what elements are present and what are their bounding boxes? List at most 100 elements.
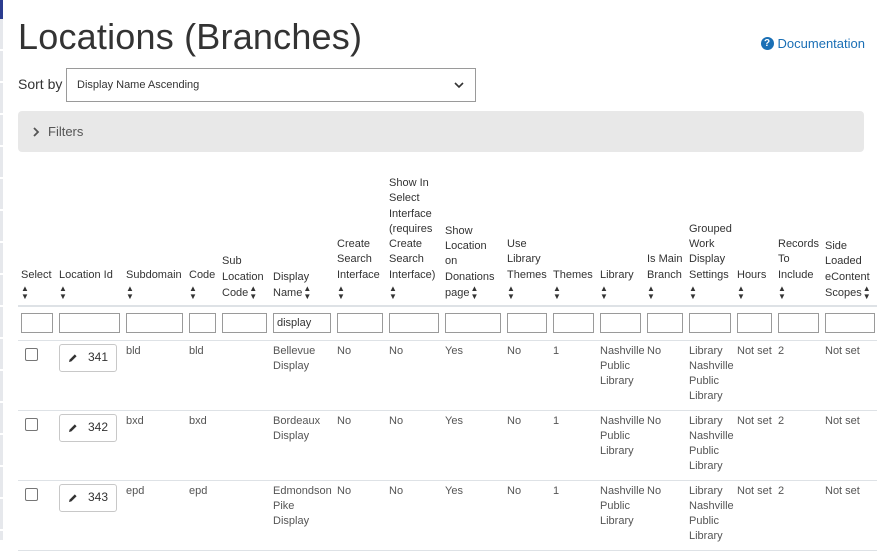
pencil-icon: [68, 353, 77, 362]
cell-is-main-branch: No: [644, 340, 686, 411]
filter-input-create-search-interface[interactable]: [337, 313, 383, 334]
table-header-row: Select ▲ ▼ Location Id ▲ ▼ Subdomain ▲ ▼ Code ▲…: [18, 176, 877, 308]
column-header-show-in-select-interface[interactable]: Show In Select Interface (requires Creat…: [386, 176, 442, 308]
cell-show-in-select-interface: No: [386, 410, 442, 481]
sort-arrows-icon: ▲ ▼: [507, 284, 515, 302]
column-header-is-main-branch[interactable]: Is Main Branch ▲ ▼: [644, 176, 686, 308]
sort-select-value: Display Name Ascending: [77, 79, 200, 91]
cell-sub-location-code: [219, 410, 270, 481]
sort-arrows-icon: ▲ ▼: [59, 284, 67, 302]
sort-arrows-icon: ▲ ▼: [737, 284, 745, 302]
filter-input-show-on-donations[interactable]: [445, 313, 501, 334]
cell-code: bld: [186, 340, 219, 411]
filter-input-library[interactable]: [600, 313, 641, 334]
cell-records-to-include: 2: [775, 410, 822, 481]
cell-use-library-themes: No: [504, 410, 550, 481]
column-header-show-on-donations[interactable]: Show Location on Donations page▲ ▼: [442, 176, 504, 308]
column-header-location-id[interactable]: Location Id ▲ ▼: [56, 176, 123, 308]
cell-hours: Not set: [734, 410, 775, 481]
row-select-checkbox[interactable]: [25, 347, 38, 361]
pencil-icon: [68, 423, 77, 432]
cell-grouped-work-display: Library Nashville Public Library: [686, 410, 734, 481]
column-header-grouped-work-display[interactable]: Grouped Work Display Settings ▲ ▼: [686, 176, 734, 308]
cell-library: Nashville Public Library: [597, 410, 644, 481]
cell-subdomain: bld: [123, 340, 186, 411]
left-accent-ticks: [0, 19, 3, 540]
sort-arrows-icon: ▲ ▼: [689, 284, 697, 302]
column-header-use-library-themes[interactable]: Use Library Themes ▲ ▼: [504, 176, 550, 308]
filter-input-grouped-work-display[interactable]: [689, 313, 731, 334]
column-header-code[interactable]: Code ▲ ▼: [186, 176, 219, 308]
sort-by-label: Sort by: [18, 76, 63, 92]
cell-code: bxd: [186, 410, 219, 481]
sort-arrows-icon: ▲ ▼: [600, 284, 608, 302]
filter-input-select[interactable]: [21, 313, 53, 334]
filter-input-themes[interactable]: [553, 313, 594, 334]
column-header-records-to-include[interactable]: Records To Include ▲ ▼: [775, 176, 822, 308]
column-header-select[interactable]: Select ▲ ▼: [18, 176, 56, 308]
cell-use-library-themes: No: [504, 340, 550, 411]
cell-is-main-branch: No: [644, 410, 686, 481]
column-header-subdomain[interactable]: Subdomain ▲ ▼: [123, 176, 186, 308]
column-header-display-name[interactable]: Display Name▲ ▼: [270, 176, 334, 308]
chevron-down-icon: [454, 82, 464, 89]
filter-input-use-library-themes[interactable]: [507, 313, 547, 334]
sort-arrows-icon: ▲ ▼: [126, 284, 134, 302]
cell-create-search-interface: No: [334, 410, 386, 481]
filters-panel-toggle[interactable]: Filters: [18, 111, 864, 152]
cell-display-name: Bordeaux Display: [270, 410, 334, 481]
cell-grouped-work-display: Library Nashville Public Library: [686, 340, 734, 411]
column-header-themes[interactable]: Themes ▲ ▼: [550, 176, 597, 308]
cell-create-search-interface: No: [334, 340, 386, 411]
filter-input-subdomain[interactable]: [126, 313, 183, 334]
chevron-right-icon: [33, 126, 40, 137]
cell-side-loaded-scopes: Not set: [822, 410, 877, 481]
edit-location-button[interactable]: 343: [59, 483, 117, 512]
cell-show-on-donations: Yes: [442, 340, 504, 411]
column-header-side-loaded-scopes[interactable]: Side Loaded eContent Scopes▲ ▼: [822, 176, 877, 308]
left-accent-active: [0, 0, 3, 19]
filter-input-location-id[interactable]: [59, 313, 120, 334]
sort-arrows-icon: ▲ ▼: [249, 283, 258, 301]
page-title: Locations (Branches): [18, 16, 363, 57]
filter-input-code[interactable]: [189, 313, 216, 334]
cell-sub-location-code: [219, 340, 270, 411]
sort-arrows-icon: ▲ ▼: [647, 284, 655, 302]
cell-show-on-donations: Yes: [442, 410, 504, 481]
sort-arrows-icon: ▲ ▼: [553, 284, 561, 302]
filter-input-is-main-branch[interactable]: [647, 313, 683, 334]
table-row: 341 bld bld Bellevue Display No No Yes N…: [18, 340, 877, 411]
edit-location-button[interactable]: 342: [59, 413, 117, 442]
column-header-sub-location-code[interactable]: Sub Location Code▲ ▼: [219, 176, 270, 308]
edit-location-button[interactable]: 341: [59, 343, 117, 372]
column-header-hours[interactable]: Hours ▲ ▼: [734, 176, 775, 308]
row-select-checkbox[interactable]: [25, 417, 38, 431]
column-header-create-search-interface[interactable]: Create Search Interface ▲ ▼: [334, 176, 386, 308]
row-select-checkbox[interactable]: [25, 487, 38, 501]
sort-arrows-icon: ▲ ▼: [389, 284, 397, 302]
filter-input-records-to-include[interactable]: [778, 313, 819, 334]
documentation-link[interactable]: ? Documentation: [760, 36, 865, 51]
table-row: 342 bxd bxd Bordeaux Display No No Yes N…: [18, 410, 877, 481]
cell-themes: 1: [550, 410, 597, 481]
filter-input-show-in-select-interface[interactable]: [389, 313, 439, 334]
column-header-library[interactable]: Library ▲ ▼: [597, 176, 644, 308]
sort-arrows-icon: ▲ ▼: [778, 284, 786, 302]
question-circle-icon: ?: [760, 37, 774, 50]
left-accent-bar: [0, 0, 3, 540]
sort-arrows-icon: ▲ ▼: [21, 284, 29, 302]
cell-side-loaded-scopes: Not set: [822, 340, 877, 411]
pencil-icon: [68, 493, 77, 502]
filter-input-side-loaded-scopes[interactable]: [825, 313, 875, 334]
sort-select[interactable]: Display Name Ascending: [66, 68, 476, 102]
cell-hours: Not set: [734, 340, 775, 411]
sort-arrows-icon: ▲ ▼: [470, 283, 479, 301]
cell-subdomain: bxd: [123, 410, 186, 481]
cell-library: Nashville Public Library: [597, 340, 644, 411]
filter-input-sub-location-code[interactable]: [222, 313, 267, 334]
filter-input-hours[interactable]: [737, 313, 772, 334]
table-filter-row: display: [18, 306, 877, 341]
filter-input-display-name[interactable]: display: [273, 313, 331, 334]
locations-table: Select ▲ ▼ Location Id ▲ ▼ Subdomain ▲ ▼ Code ▲…: [18, 176, 877, 551]
cell-display-name: Bellevue Display: [270, 340, 334, 411]
